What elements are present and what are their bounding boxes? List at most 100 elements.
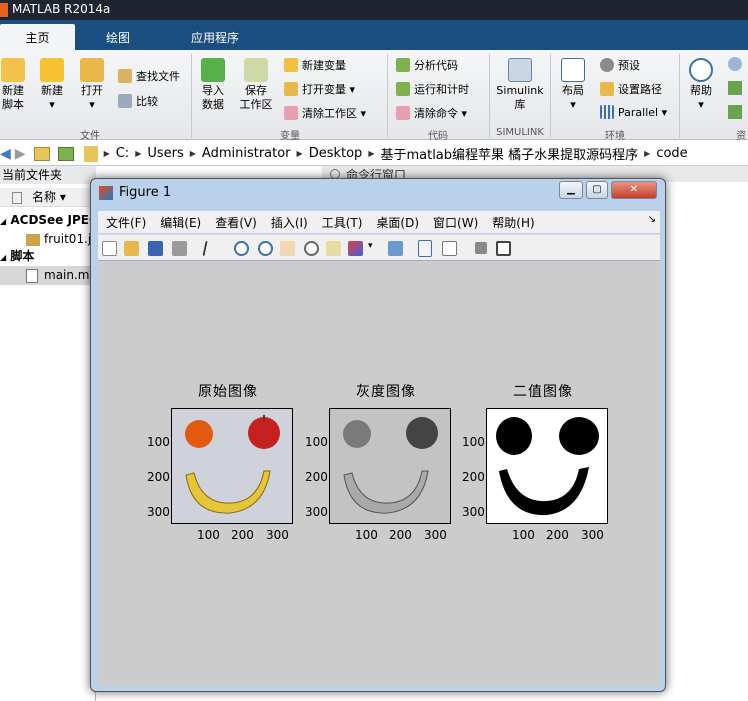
find-files-label: 查找文件	[136, 70, 180, 83]
compare-label: 比较	[136, 95, 158, 108]
help-button[interactable]: 帮助 ▾	[684, 58, 718, 112]
open-file-icon[interactable]	[124, 241, 139, 256]
ribbon-divider	[679, 54, 680, 138]
preferences-button[interactable]: 预设	[600, 57, 640, 73]
ytick-label: 300	[305, 505, 328, 519]
axes-binary-image[interactable]	[486, 408, 608, 524]
menu-view[interactable]: 查看(V)	[215, 214, 257, 231]
open-variable-button[interactable]: 打开变量 ▾	[284, 81, 355, 97]
parallel-button[interactable]: Parallel ▾	[600, 105, 667, 119]
rotate-3d-icon[interactable]	[304, 241, 319, 256]
save-workspace-button[interactable]: 保存 工作区	[236, 58, 276, 112]
column-header-name[interactable]: 名称 ▾	[0, 188, 96, 207]
save-icon[interactable]	[148, 241, 163, 256]
hide-plot-tools-icon[interactable]	[475, 242, 487, 254]
axes-grayscale-image[interactable]	[329, 408, 451, 524]
figure-title: Figure 1	[119, 185, 172, 200]
help-dropdown-icon: ▾	[698, 98, 704, 111]
list-item[interactable]: main.m	[0, 266, 96, 285]
new-button[interactable]: 新建 ▾	[36, 58, 68, 112]
run-and-time-button[interactable]: 运行和计时	[396, 81, 469, 97]
compare-button[interactable]: 比较	[118, 93, 158, 109]
new-script-button[interactable]: 新建 脚本	[0, 58, 26, 112]
ribbon-divider	[489, 54, 490, 138]
community-icon[interactable]	[728, 57, 742, 71]
figure-title-bar[interactable]: Figure 1 ▁ ▢ ✕	[91, 179, 665, 209]
set-path-button[interactable]: 设置路径	[600, 81, 662, 97]
list-item[interactable]: ◢ ACDSee JPEG	[0, 211, 96, 230]
zoom-out-icon[interactable]	[258, 241, 273, 256]
import-label: 导入 数据	[202, 84, 224, 111]
tab-plots[interactable]: 绘图	[88, 24, 148, 50]
save-workspace-icon	[244, 58, 268, 82]
menu-file[interactable]: 文件(F)	[106, 214, 146, 231]
clear-commands-button[interactable]: 清除命令 ▾	[396, 105, 467, 121]
tab-apps-label: 应用程序	[190, 31, 239, 45]
breadcrumb-item[interactable]: Administrator	[202, 146, 291, 161]
breadcrumb-item[interactable]: Users	[147, 146, 183, 161]
add-ons-icon[interactable]	[728, 105, 742, 119]
colorbar-icon[interactable]	[418, 240, 432, 257]
close-icon: ✕	[629, 184, 639, 195]
breadcrumb-item[interactable]: Desktop	[309, 146, 363, 161]
layout-button[interactable]: 布局 ▾	[556, 58, 590, 112]
close-button[interactable]: ✕	[611, 181, 657, 199]
clear-commands-icon	[396, 106, 410, 120]
data-cursor-icon[interactable]	[326, 241, 341, 256]
xtick-label: 100	[512, 528, 535, 542]
path-separator-icon: ▶	[103, 149, 110, 158]
menu-window[interactable]: 窗口(W)	[433, 214, 478, 231]
xtick-label: 100	[355, 528, 378, 542]
parallel-icon	[600, 105, 614, 119]
file-label: fruit01.jpg	[44, 232, 96, 246]
import-data-button[interactable]: 导入 数据	[198, 58, 228, 112]
simulink-library-button[interactable]: Simulink 库	[494, 58, 546, 112]
menu-tools[interactable]: 工具(T)	[322, 214, 363, 231]
dock-arrow-icon[interactable]: ↘	[648, 214, 656, 225]
menu-help[interactable]: 帮助(H)	[492, 214, 534, 231]
legend-icon[interactable]	[442, 241, 457, 256]
zoom-in-icon[interactable]	[234, 241, 249, 256]
back-icon[interactable]: ◀	[0, 146, 11, 162]
new-variable-button[interactable]: 新建变量	[284, 57, 346, 73]
menu-desktop[interactable]: 桌面(D)	[376, 214, 419, 231]
pan-hand-icon[interactable]	[280, 241, 295, 256]
menu-insert[interactable]: 插入(I)	[271, 214, 308, 231]
list-item[interactable]: ◢ 脚本	[0, 247, 96, 266]
group-simulink-label: SIMULINK	[496, 127, 544, 138]
breadcrumb-item[interactable]: 基于matlab编程苹果 橘子水果提取源码程序	[380, 144, 638, 163]
print-icon[interactable]	[172, 241, 187, 256]
open-button[interactable]: 打开 ▾	[76, 58, 108, 112]
clear-workspace-button[interactable]: 清除工作区 ▾	[284, 105, 366, 121]
brush-dropdown-icon[interactable]: ▾	[368, 241, 373, 251]
matlab-title-bar: MATLAB R2014a	[0, 0, 748, 20]
figure-window: Figure 1 ▁ ▢ ✕ 文件(F) 编辑(E) 查看(V) 插入(I) 工…	[90, 178, 666, 692]
browse-folder-icon[interactable]	[57, 146, 74, 161]
brush-icon[interactable]	[348, 241, 363, 256]
minimize-button[interactable]: ▁	[559, 181, 583, 199]
menu-edit[interactable]: 编辑(E)	[160, 214, 201, 231]
matlab-logo-icon	[0, 3, 8, 17]
request-support-icon[interactable]	[728, 81, 742, 95]
analyze-code-button[interactable]: 分析代码	[396, 57, 458, 73]
find-files-button[interactable]: 查找文件	[118, 68, 180, 84]
edit-pointer-icon[interactable]	[202, 241, 216, 256]
breadcrumb-item[interactable]: C:	[116, 146, 129, 161]
up-folder-icon[interactable]	[33, 146, 50, 161]
tab-home[interactable]: 主页	[0, 24, 75, 50]
tab-apps[interactable]: 应用程序	[175, 24, 255, 50]
clear-workspace-dropdown-icon: ▾	[360, 106, 367, 120]
forward-icon[interactable]: ▶	[15, 146, 26, 162]
maximize-button[interactable]: ▢	[586, 181, 608, 199]
address-bar[interactable]: ◀ ▶ ▶ C: ▶ Users ▶ Administrator ▶ Deskt…	[0, 142, 748, 166]
axes-original-image[interactable]	[171, 408, 293, 524]
link-plot-icon[interactable]	[388, 241, 403, 256]
show-plot-tools-icon[interactable]	[496, 241, 511, 256]
open-variable-label: 打开变量	[302, 83, 346, 96]
new-figure-icon[interactable]	[102, 241, 117, 256]
xtick-label: 100	[197, 528, 220, 542]
open-dropdown-icon: ▾	[89, 98, 95, 111]
path-separator-icon: ▶	[135, 149, 142, 158]
breadcrumb-item[interactable]: code	[656, 146, 687, 161]
xtick-label: 300	[581, 528, 604, 542]
